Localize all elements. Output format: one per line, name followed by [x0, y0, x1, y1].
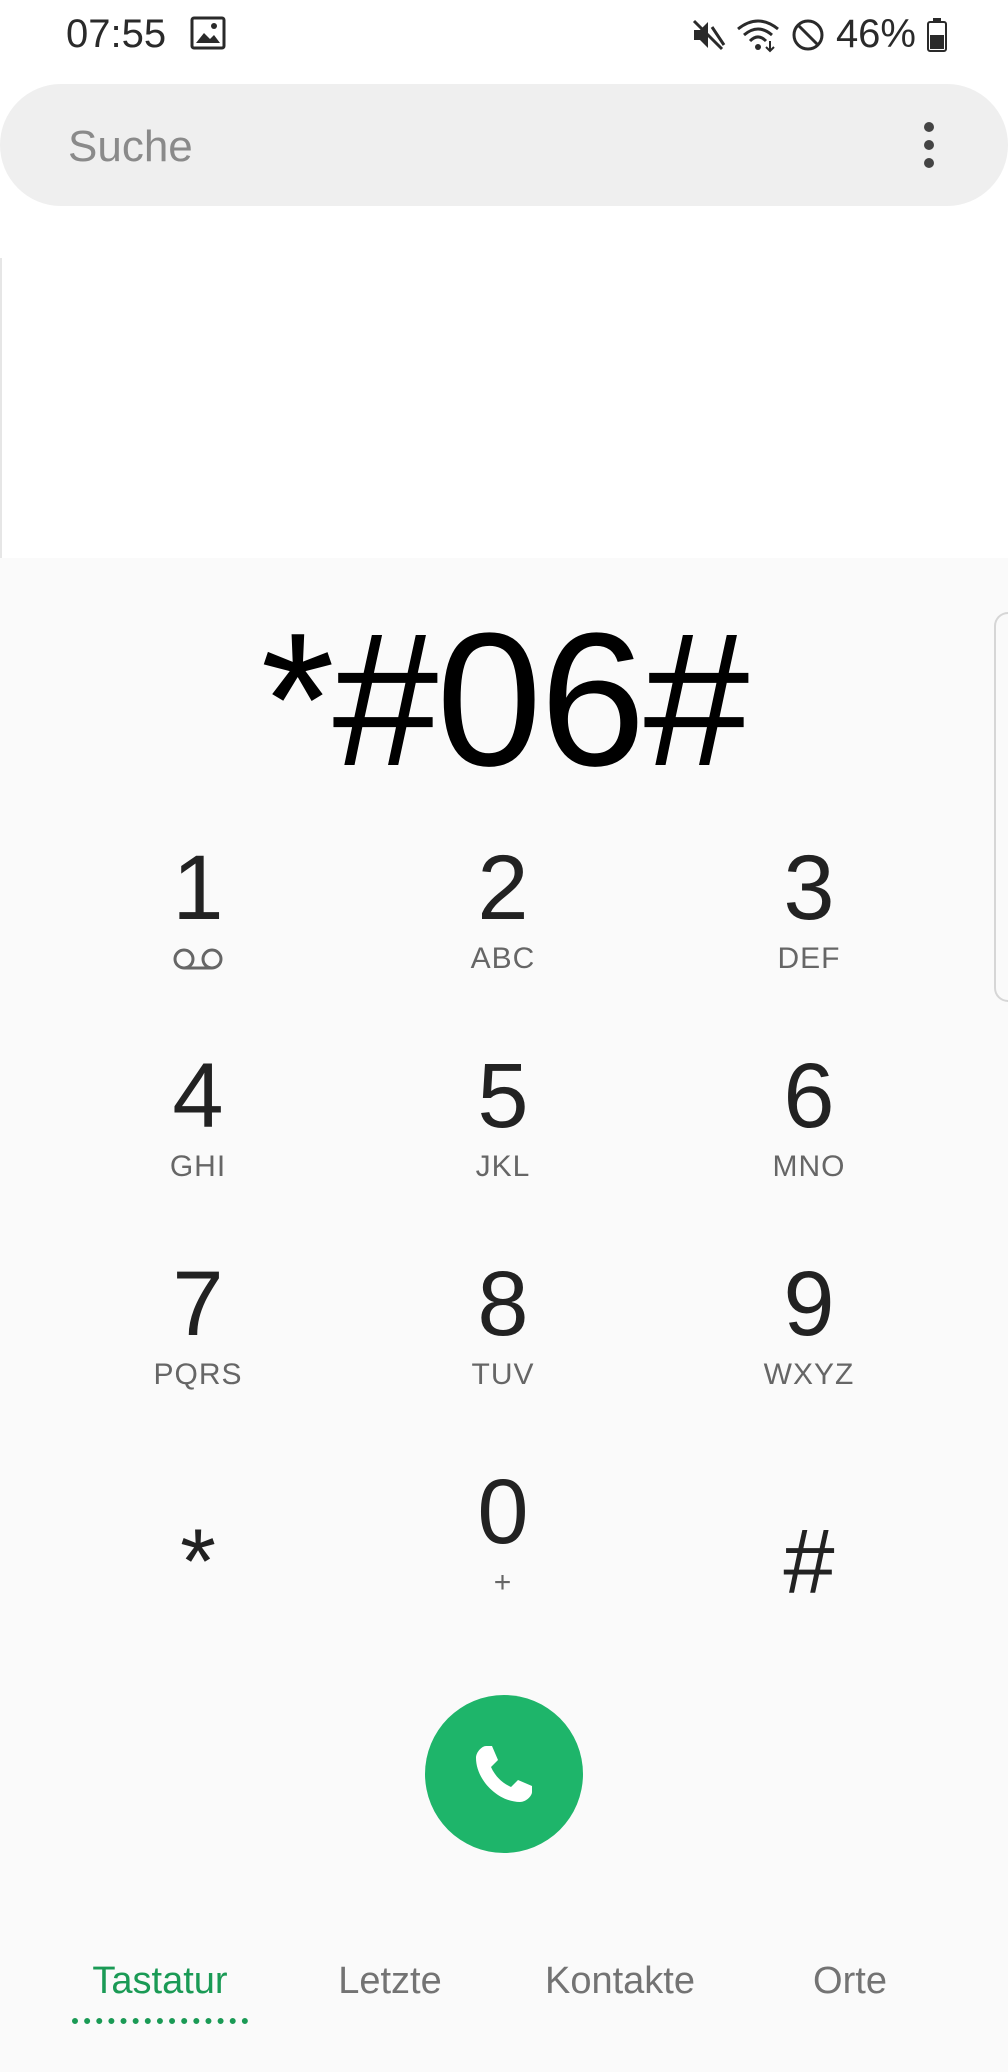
key-digit: 0	[477, 1461, 529, 1563]
battery-percent: 46%	[835, 12, 916, 56]
key-digit: 3	[783, 837, 835, 939]
more-options-icon[interactable]	[922, 120, 936, 170]
key-digit: 9	[783, 1253, 835, 1355]
key-star[interactable]: *	[73, 1462, 323, 1652]
search-input[interactable]: Suche	[68, 122, 193, 172]
key-letters: MNO	[772, 1150, 846, 1183]
key-digit: 4	[172, 1045, 224, 1147]
status-icons: 46%	[690, 12, 948, 57]
tab-tastatur[interactable]: Tastatur	[70, 1960, 250, 2003]
mute-icon	[692, 19, 726, 50]
phone-icon	[476, 1746, 532, 1802]
key-0[interactable]: 0 +	[378, 1462, 628, 1652]
wifi-icon	[737, 19, 779, 52]
bottom-tabs: Tastatur Letzte Kontakte Orte	[0, 1940, 1008, 2050]
key-letters: DEF	[777, 942, 841, 975]
key-1[interactable]: 1	[73, 838, 323, 1028]
key-hash[interactable]: #	[684, 1462, 934, 1652]
dialed-number[interactable]: *#06#	[0, 590, 1008, 810]
battery-icon	[927, 17, 947, 52]
list-edge-divider	[0, 258, 2, 558]
key-5[interactable]: 5 JKL	[378, 1046, 628, 1236]
key-3[interactable]: 3 DEF	[684, 838, 934, 1028]
key-letters: WXYZ	[763, 1358, 855, 1391]
key-4[interactable]: 4 GHI	[73, 1046, 323, 1236]
key-digit: 5	[477, 1045, 529, 1147]
key-8[interactable]: 8 TUV	[378, 1254, 628, 1444]
key-7[interactable]: 7 PQRS	[73, 1254, 323, 1444]
voicemail-icon	[173, 948, 223, 970]
tab-letzte[interactable]: Letzte	[300, 1960, 480, 2003]
key-digit: 7	[172, 1253, 224, 1355]
key-digit: 8	[477, 1253, 529, 1355]
key-2[interactable]: 2 ABC	[378, 838, 628, 1028]
key-digit: 1	[172, 837, 224, 939]
tab-orte[interactable]: Orte	[760, 1960, 940, 2003]
key-digit: 6	[783, 1045, 835, 1147]
key-digit: #	[783, 1511, 835, 1613]
key-digit: 2	[477, 837, 529, 939]
key-digit: *	[180, 1511, 216, 1613]
key-letters: +	[493, 1566, 513, 1599]
key-letters: ABC	[470, 942, 536, 975]
key-letters: PQRS	[153, 1358, 243, 1391]
key-letters: JKL	[475, 1150, 531, 1183]
tab-kontakte[interactable]: Kontakte	[510, 1960, 730, 2003]
key-letters: GHI	[169, 1150, 227, 1183]
active-tab-indicator	[72, 2018, 248, 2024]
key-6[interactable]: 6 MNO	[684, 1046, 934, 1236]
do-not-disturb-icon	[792, 19, 824, 50]
status-bar: 07:55 46%	[0, 0, 1008, 70]
key-9[interactable]: 9 WXYZ	[684, 1254, 934, 1444]
key-letters: TUV	[471, 1358, 535, 1391]
status-time: 07:55	[66, 12, 167, 56]
gallery-icon	[190, 16, 226, 50]
search-bar[interactable]: Suche	[0, 84, 1008, 206]
call-button[interactable]	[425, 1695, 583, 1853]
